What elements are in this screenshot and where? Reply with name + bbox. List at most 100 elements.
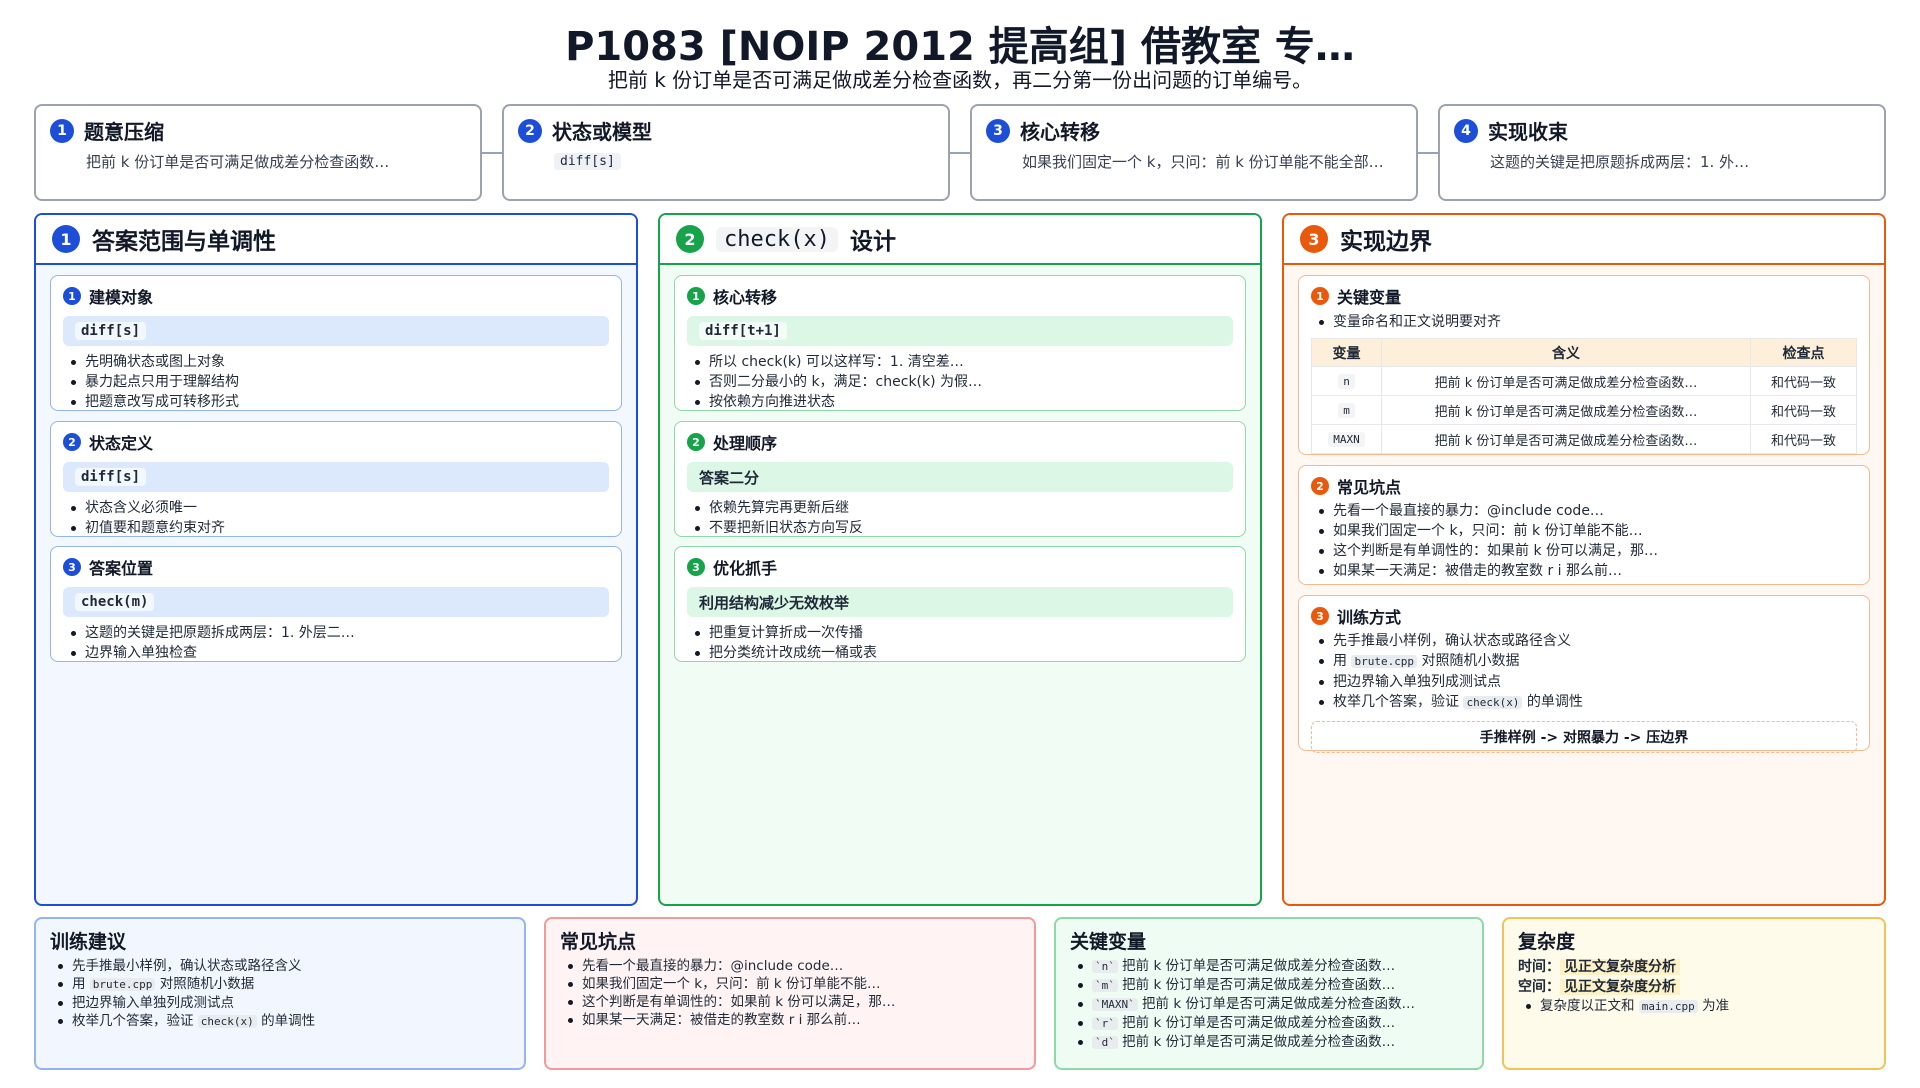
list-item: `d` 把前 k 份订单是否可满足做成差分检查函数… bbox=[1076, 1033, 1468, 1052]
list-item: 如果我们固定一个 k，只问：前 k 份订单能不能… bbox=[566, 975, 1020, 993]
list-item: 状态含义必须唯一 bbox=[69, 498, 609, 518]
step-number-badge: 1 bbox=[50, 118, 74, 143]
card-title: 训练方式 bbox=[1337, 608, 1402, 627]
inline-code: `r` bbox=[1092, 1017, 1118, 1030]
column-implementation-bounds: 3 实现边界 1 关键变量 变量命名和正文说明要对齐 变量 含义 检查点 n 把前 … bbox=[1282, 213, 1886, 906]
list-text: 把前 k 份订单是否可满足做成差分检查函数… bbox=[1122, 1015, 1396, 1031]
complexity-label: 时间： bbox=[1518, 959, 1560, 975]
inline-code: check(x) bbox=[1463, 696, 1523, 709]
bottom-title: 复杂度 bbox=[1518, 931, 1576, 953]
training-flow: 手推样例 -> 对照暴力 -> 压边界 bbox=[1311, 721, 1857, 753]
list-item: 把重复计算折成一次传播 bbox=[693, 623, 1233, 643]
inline-code: `m` bbox=[1092, 979, 1118, 992]
card-number-badge: 1 bbox=[687, 287, 705, 305]
list-item: `MAXN` 把前 k 份订单是否可满足做成差分检查函数… bbox=[1076, 995, 1468, 1014]
list-item: 依赖先算完再更新后继 bbox=[693, 498, 1233, 518]
list-text: 对照随机小数据 bbox=[159, 976, 255, 992]
list-item: 变量命名和正文说明要对齐 bbox=[1317, 312, 1857, 332]
list-item: 这个判断是有单调性的：如果前 k 份可以满足，那… bbox=[1317, 541, 1857, 561]
card-title: 关键变量 bbox=[1337, 288, 1402, 307]
card-number-badge: 3 bbox=[63, 558, 81, 576]
card-title: 建模对象 bbox=[89, 288, 154, 307]
list-item: 初值要和题意约束对齐 bbox=[69, 518, 609, 538]
list-item: 把边界输入单独列成测试点 bbox=[56, 994, 510, 1012]
list-item: 这个判断是有单调性的：如果前 k 份可以满足，那… bbox=[566, 993, 1020, 1011]
list-text: 复杂度以正文和 bbox=[1540, 998, 1635, 1014]
step-text: 把前 k 份订单是否可满足做成差分检查函数… bbox=[86, 153, 390, 171]
list-text: 把前 k 份订单是否可满足做成差分检查函数… bbox=[1122, 958, 1396, 974]
card-number-badge: 2 bbox=[63, 433, 81, 451]
page-subtitle: 把前 k 份订单是否可满足做成差分检查函数，再二分第一份出问题的订单编号。 bbox=[607, 68, 1313, 92]
list-item: 把边界输入单独列成测试点 bbox=[1317, 672, 1857, 692]
bottom-title: 关键变量 bbox=[1070, 931, 1147, 953]
table-header: 变量 bbox=[1311, 338, 1382, 367]
list-item: 用 brute.cpp 对照随机小数据 bbox=[1317, 651, 1857, 672]
inline-code: brute.cpp bbox=[1351, 655, 1418, 668]
step-text: 这题的关键是把原题拆成两层：1. 外… bbox=[1490, 153, 1750, 171]
column-answer-range: 1 答案范围与单调性 1 建模对象 diff[s] 先明确状态或图上对象 暴力起点只… bbox=[34, 213, 638, 906]
list-item: 这题的关键是把原题拆成两层：1. 外层二… bbox=[69, 623, 609, 643]
list-item: 先看一个最直接的暴力：@include code… bbox=[566, 957, 1020, 975]
step-card-1: 1 题意压缩 把前 k 份订单是否可满足做成差分检查函数… bbox=[34, 104, 482, 201]
card-key-variables: 1 关键变量 变量命名和正文说明要对齐 变量 含义 检查点 n 把前 k 份订单是… bbox=[1298, 275, 1870, 455]
step-title: 状态或模型 bbox=[552, 120, 652, 144]
complexity-value: 见正文复杂度分析 bbox=[1560, 979, 1680, 995]
variable-name: MAXN bbox=[1328, 431, 1365, 447]
list-item: 不要把新旧状态方向写反 bbox=[693, 518, 1233, 538]
card-band-code: check(m) bbox=[75, 593, 155, 611]
card-number-badge: 2 bbox=[1311, 477, 1329, 495]
complexity-time: 时间： 见正文复杂度分析 bbox=[1518, 957, 1870, 977]
step-number-badge: 3 bbox=[986, 118, 1010, 143]
list-text: 把前 k 份订单是否可满足做成差分检查函数… bbox=[1142, 996, 1415, 1012]
list-item: 先看一个最直接的暴力：@include code… bbox=[1317, 501, 1857, 521]
list-item: 边界输入单独检查 bbox=[69, 643, 609, 663]
card-title: 状态定义 bbox=[89, 434, 154, 453]
complexity-label: 空间： bbox=[1518, 979, 1560, 995]
inline-code: brute.cpp bbox=[89, 978, 156, 991]
bottom-title: 常见坑点 bbox=[560, 931, 637, 953]
list-item: 枚举几个答案，验证 check(x) 的单调性 bbox=[56, 1012, 510, 1031]
list-item: 把分类统计改成统一桶或表 bbox=[693, 643, 1233, 663]
table-row: n 把前 k 份订单是否可满足做成差分检查函数… 和代码一致 bbox=[1311, 366, 1857, 396]
variable-check: 和代码一致 bbox=[1750, 366, 1857, 396]
step-title: 实现收束 bbox=[1488, 120, 1568, 144]
column-number-badge: 1 bbox=[52, 225, 80, 253]
table-row: m 把前 k 份订单是否可满足做成差分检查函数… 和代码一致 bbox=[1311, 395, 1857, 425]
list-text: 枚举几个答案，验证 bbox=[1333, 694, 1459, 710]
step-text: 如果我们固定一个 k，只问：前 k 份订单能不能全部… bbox=[1022, 153, 1384, 171]
list-item: 所以 check(k) 可以这样写：1. 清空差… bbox=[693, 352, 1233, 372]
step-row: 1 题意压缩 把前 k 份订单是否可满足做成差分检查函数… 2 状态或模型 diff… bbox=[34, 104, 1886, 201]
table-header: 检查点 bbox=[1750, 338, 1857, 367]
complexity-space: 空间： 见正文复杂度分析 bbox=[1518, 977, 1870, 997]
card-title: 答案位置 bbox=[89, 559, 154, 578]
list-text: 对照随机小数据 bbox=[1421, 653, 1520, 669]
inline-code: `MAXN` bbox=[1092, 998, 1138, 1011]
list-text: 用 bbox=[1333, 653, 1347, 669]
list-item: 把题意改写成可转移形式 bbox=[69, 392, 609, 412]
card-title: 常见坑点 bbox=[1337, 478, 1402, 497]
list-item: 复杂度以正文和 main.cpp 为准 bbox=[1524, 997, 1870, 1016]
column-title: 实现边界 bbox=[1340, 229, 1432, 255]
list-item: 如果某一天满足：被借走的教室数 r i 那么前… bbox=[566, 1011, 1020, 1029]
variable-check: 和代码一致 bbox=[1750, 395, 1857, 425]
list-text: 为准 bbox=[1702, 998, 1730, 1014]
card-pitfalls: 2 常见坑点 先看一个最直接的暴力：@include code… 如果我们固定一个… bbox=[1298, 465, 1870, 585]
list-item: 按依赖方向推进状态 bbox=[693, 392, 1233, 412]
card-band-text: 答案二分 bbox=[687, 462, 1233, 492]
column-title-code: check(x) bbox=[716, 226, 838, 252]
card-training-method: 3 训练方式 先手推最小样例，确认状态或路径含义 用 brute.cpp 对照随机… bbox=[1298, 595, 1870, 753]
list-text: 枚举几个答案，验证 bbox=[72, 1013, 194, 1029]
card-band-code: diff[t+1] bbox=[699, 322, 787, 340]
card-state-definition: 2 状态定义 diff[s] 状态含义必须唯一 初值要和题意约束对齐 bbox=[50, 421, 622, 537]
step-card-4: 4 实现收束 这题的关键是把原题拆成两层：1. 外… bbox=[1438, 104, 1886, 201]
table-row: MAXN 把前 k 份订单是否可满足做成差分检查函数… 和代码一致 bbox=[1311, 424, 1857, 454]
list-item: 否则二分最小的 k，满足：check(k) 为假… bbox=[693, 372, 1233, 392]
card-number-badge: 2 bbox=[687, 433, 705, 451]
card-band-code: diff[s] bbox=[75, 322, 147, 340]
variable-name: n bbox=[1338, 373, 1355, 389]
list-text: 的单调性 bbox=[1526, 694, 1583, 710]
card-title: 处理顺序 bbox=[713, 434, 778, 453]
variable-meaning: 把前 k 份订单是否可满足做成差分检查函数… bbox=[1381, 424, 1751, 454]
variable-check: 和代码一致 bbox=[1750, 424, 1857, 454]
list-item: 暴力起点只用于理解结构 bbox=[69, 372, 609, 392]
